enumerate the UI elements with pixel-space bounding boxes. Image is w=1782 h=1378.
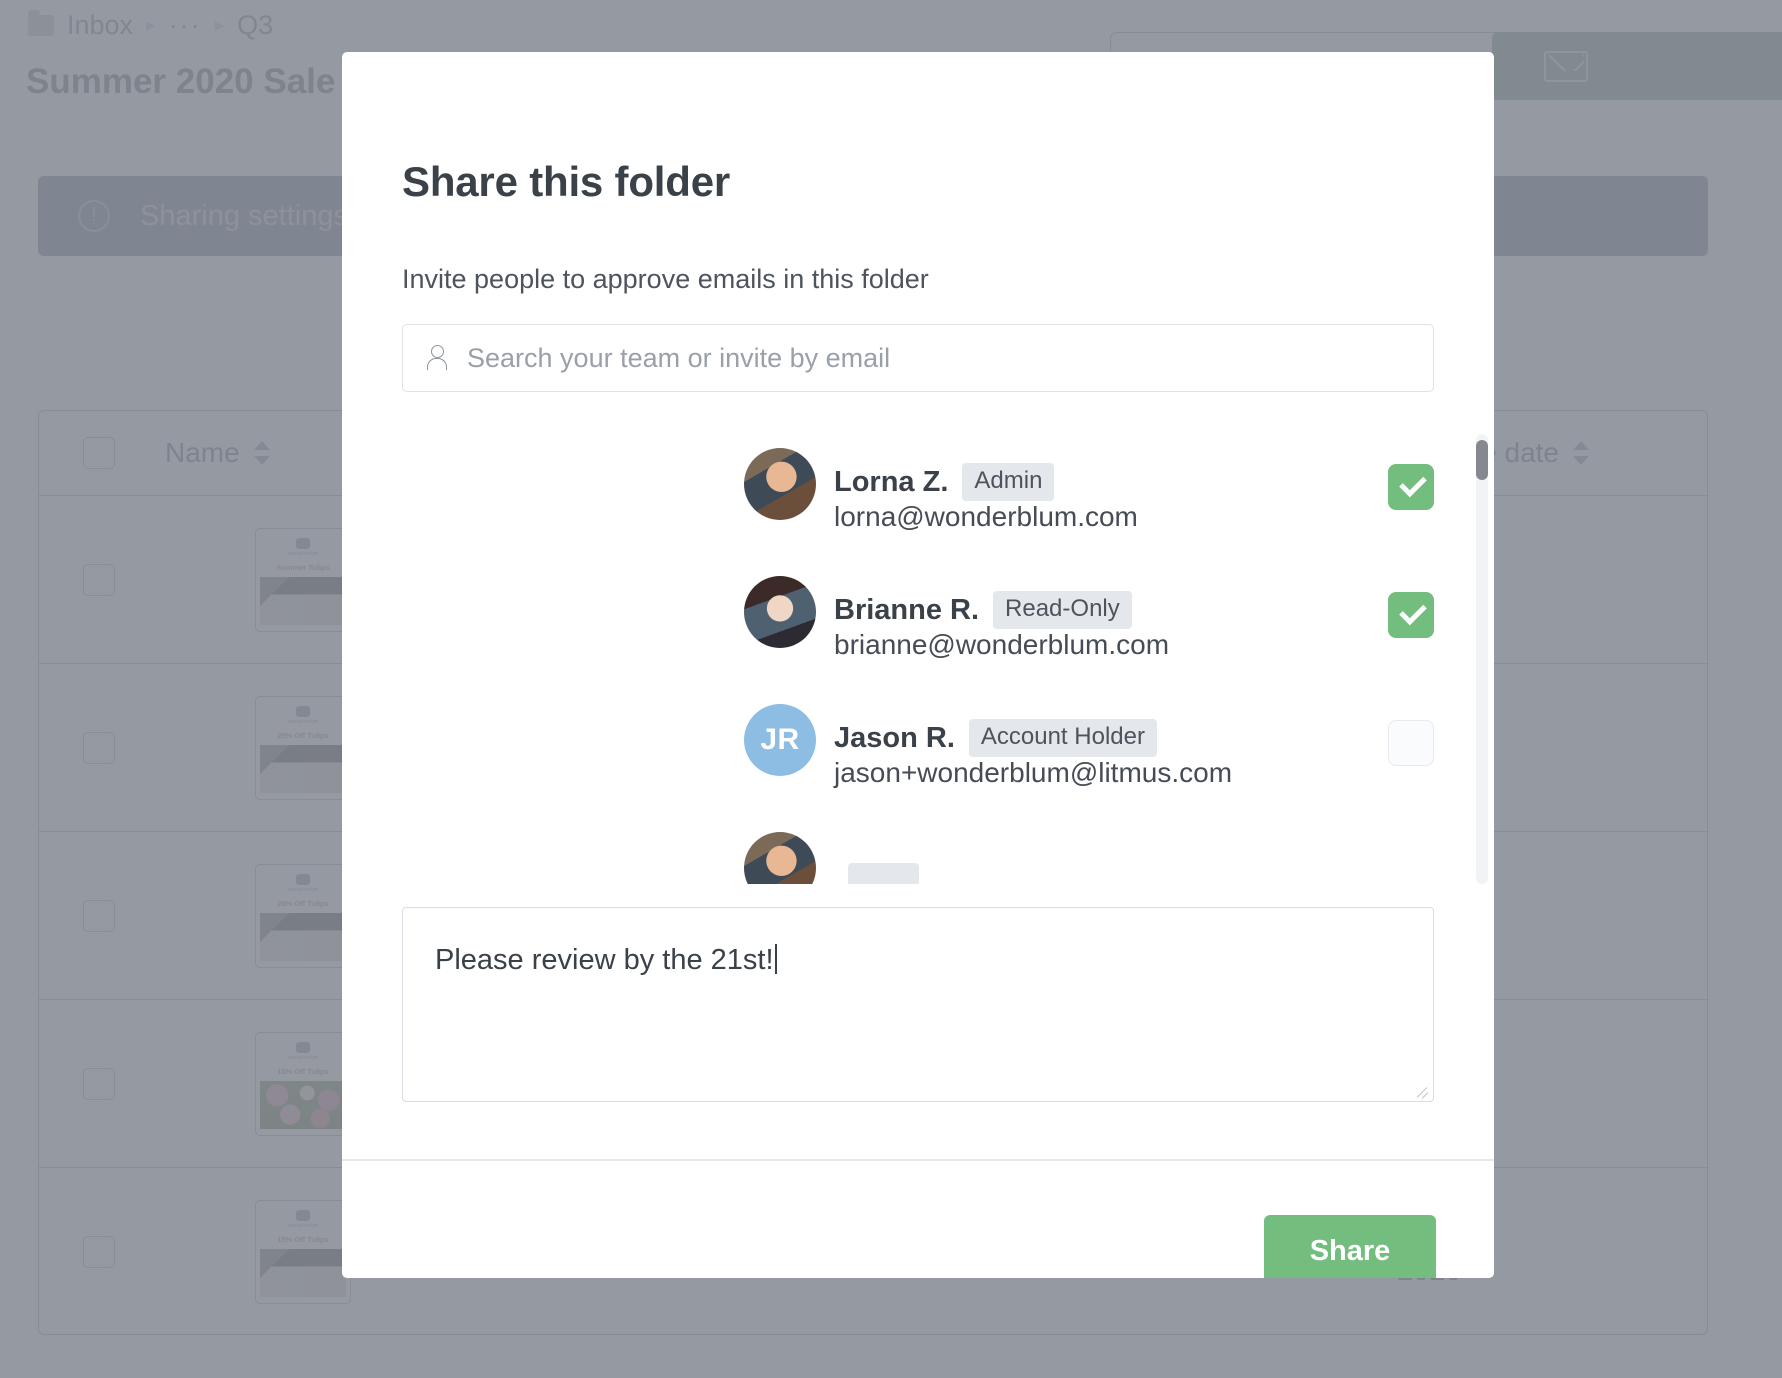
list-item[interactable]: JR Jason R. Account Holder jason+wonderb… [342,690,1494,818]
person-info: Brianne R. Read-Only brianne@wonderblum.… [834,591,1169,661]
people-list-scrollbar-track[interactable] [1476,434,1488,884]
list-item[interactable]: Lorna Z. Admin lorna@wonderblum.com [342,434,1494,562]
list-item-partial[interactable] [342,818,1494,884]
person-email: jason+wonderblum@litmus.com [834,757,1232,788]
person-name-row: Lorna Z. Admin [834,463,1138,501]
avatar [744,832,816,884]
person-name-row: Brianne R. Read-Only [834,591,1169,629]
people-list[interactable]: Lorna Z. Admin lorna@wonderblum.com Bria… [342,434,1494,884]
message-text: Please review by the 21st! [435,944,777,977]
message-value: Please review by the 21st! [435,944,774,976]
person-checkbox[interactable] [1388,592,1434,638]
invite-search-input[interactable]: Search your team or invite by email [402,324,1434,392]
person-name-row: Jason R. Account Holder [834,719,1232,757]
share-folder-modal: Share this folder Invite people to appro… [342,52,1494,1278]
avatar: JR [744,704,816,776]
person-checkbox[interactable] [1388,464,1434,510]
list-item[interactable]: Brianne R. Read-Only brianne@wonderblum.… [342,562,1494,690]
status-badge: Read-Only [993,591,1132,629]
person-icon [427,345,445,371]
share-button[interactable]: Share [1264,1215,1436,1278]
person-email: brianne@wonderblum.com [834,629,1169,660]
modal-title: Share this folder [402,158,730,206]
person-info: Lorna Z. Admin lorna@wonderblum.com [834,463,1138,533]
person-checkbox[interactable] [1388,720,1434,766]
person-info [834,863,919,884]
people-list-scrollbar-thumb[interactable] [1476,440,1488,480]
avatar [744,576,816,648]
person-email: lorna@wonderblum.com [834,501,1138,532]
resize-handle-icon[interactable] [1415,1083,1429,1097]
person-name: Lorna Z. [834,466,948,499]
text-cursor [775,944,777,974]
person-info: Jason R. Account Holder jason+wonderblum… [834,719,1232,789]
footer-divider [342,1159,1494,1161]
status-badge: Account Holder [969,719,1157,757]
message-textarea[interactable]: Please review by the 21st! [402,907,1434,1102]
person-name-row [834,863,919,884]
modal-subtitle: Invite people to approve emails in this … [402,264,929,295]
invite-search-placeholder: Search your team or invite by email [467,343,890,374]
status-badge [848,863,919,884]
status-badge: Admin [962,463,1054,501]
avatar [744,448,816,520]
person-name: Jason R. [834,722,955,755]
person-name: Brianne R. [834,594,979,627]
